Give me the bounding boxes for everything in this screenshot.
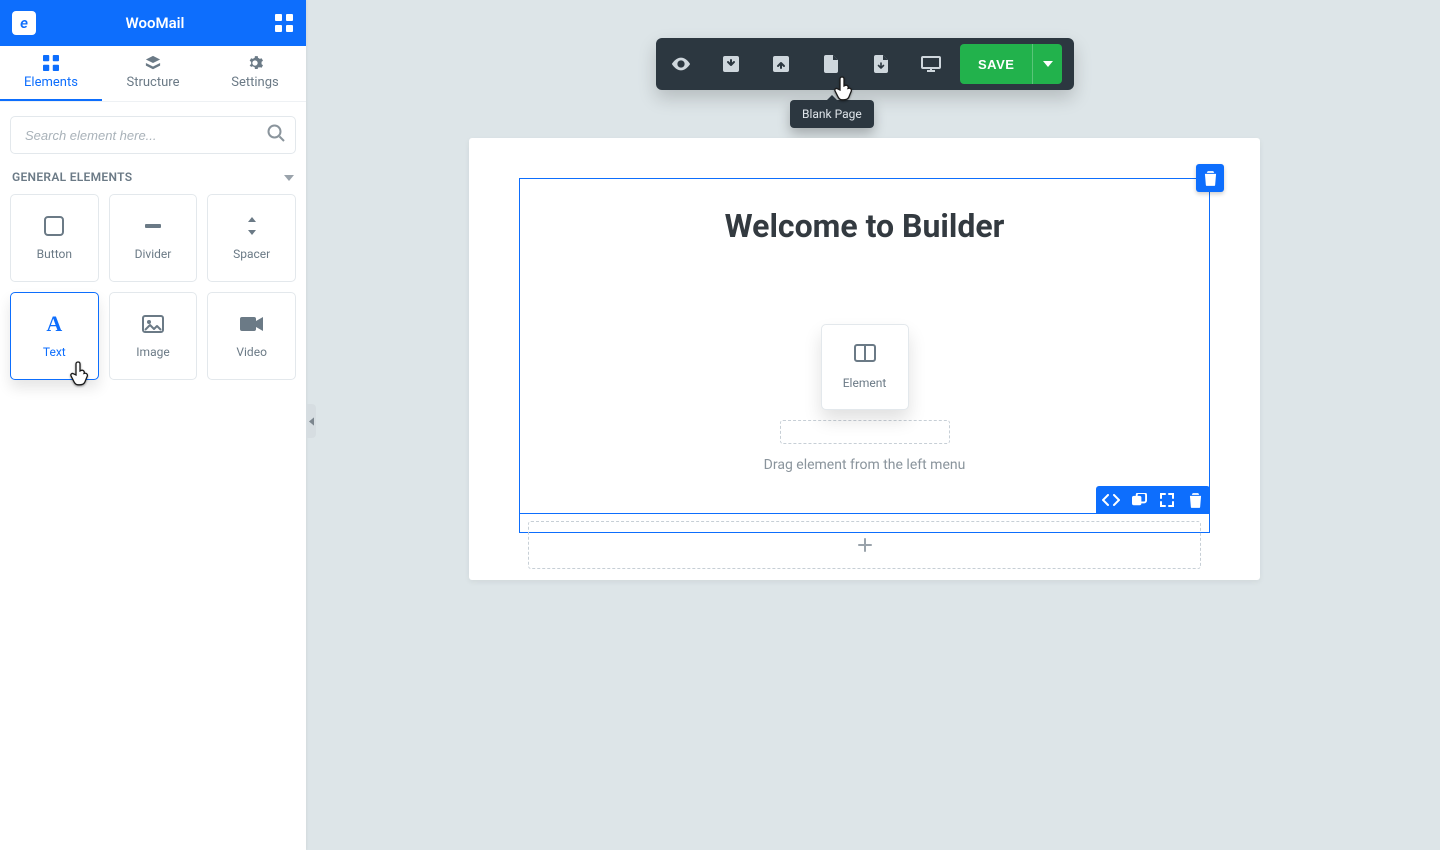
main-area: SAVE Blank Page Welcome to Builder Eleme… bbox=[306, 0, 1440, 850]
page-container[interactable]: Welcome to Builder Element Drag element … bbox=[519, 178, 1210, 533]
tab-label: Structure bbox=[127, 75, 180, 90]
page-heading[interactable]: Welcome to Builder bbox=[520, 207, 1209, 245]
columns-icon bbox=[854, 344, 876, 366]
drop-placeholder bbox=[780, 420, 950, 444]
dragging-element-label: Element bbox=[843, 376, 887, 390]
group-header[interactable]: GENERAL ELEMENTS bbox=[10, 170, 296, 194]
dragging-element-card[interactable]: Element bbox=[821, 324, 909, 410]
toolbar-template[interactable] bbox=[856, 38, 906, 90]
search-icon[interactable] bbox=[266, 123, 286, 147]
builder-toolbar: SAVE bbox=[656, 38, 1074, 90]
group-title: GENERAL ELEMENTS bbox=[12, 170, 132, 184]
row-expand-button[interactable] bbox=[1158, 491, 1176, 509]
element-text[interactable]: A Text bbox=[10, 292, 99, 380]
tab-label: Elements bbox=[24, 75, 78, 90]
group-general-elements: GENERAL ELEMENTS Button Divider Spacer A… bbox=[0, 154, 306, 380]
header-grid-icon[interactable] bbox=[274, 13, 294, 33]
save-button[interactable]: SAVE bbox=[960, 44, 1032, 84]
tab-structure[interactable]: Structure bbox=[102, 46, 204, 101]
elements-icon bbox=[42, 55, 60, 71]
toolbar-export[interactable] bbox=[756, 38, 806, 90]
sidebar-tabs: Elements Structure Settings bbox=[0, 46, 306, 102]
element-label: Button bbox=[37, 247, 72, 261]
tooltip-blank-page: Blank Page bbox=[790, 100, 874, 128]
row-duplicate-button[interactable] bbox=[1130, 491, 1148, 509]
element-label: Spacer bbox=[233, 247, 270, 261]
search-input[interactable] bbox=[10, 116, 296, 154]
add-row-button[interactable] bbox=[528, 521, 1201, 569]
minus-icon bbox=[141, 215, 165, 237]
delete-page-button[interactable] bbox=[1196, 164, 1224, 192]
image-icon bbox=[141, 313, 165, 335]
row-outline bbox=[519, 513, 1210, 514]
canvas-paper: Welcome to Builder Element Drag element … bbox=[469, 138, 1260, 580]
app-logo[interactable]: e bbox=[12, 11, 36, 35]
element-label: Text bbox=[43, 345, 66, 359]
toolbar-preview[interactable] bbox=[656, 38, 706, 90]
element-label: Image bbox=[136, 345, 169, 359]
element-video[interactable]: Video bbox=[207, 292, 296, 380]
tab-elements[interactable]: Elements bbox=[0, 46, 102, 101]
element-spacer[interactable]: Spacer bbox=[207, 194, 296, 282]
spacer-icon bbox=[240, 215, 264, 237]
layers-icon bbox=[144, 55, 162, 71]
video-icon bbox=[240, 313, 264, 335]
save-button-group: SAVE bbox=[960, 44, 1062, 84]
drag-hint-text: Drag element from the left menu bbox=[520, 457, 1209, 473]
row-toolbar bbox=[1096, 486, 1210, 514]
sidebar: e WooMail Elements Structure Settings bbox=[0, 0, 306, 850]
search-field bbox=[10, 116, 296, 154]
square-icon bbox=[42, 215, 66, 237]
drop-area[interactable]: Element bbox=[780, 324, 950, 444]
text-icon: A bbox=[42, 313, 66, 335]
element-image[interactable]: Image bbox=[109, 292, 198, 380]
element-label: Video bbox=[236, 345, 267, 359]
row-delete-button[interactable] bbox=[1186, 491, 1204, 509]
toolbar-desktop[interactable] bbox=[906, 38, 956, 90]
app-title: WooMail bbox=[36, 14, 274, 32]
chevron-down-icon bbox=[284, 170, 294, 184]
element-divider[interactable]: Divider bbox=[109, 194, 198, 282]
element-button[interactable]: Button bbox=[10, 194, 99, 282]
toolbar-import[interactable] bbox=[706, 38, 756, 90]
save-dropdown[interactable] bbox=[1032, 44, 1062, 84]
element-label: Divider bbox=[135, 247, 172, 261]
app-header: e WooMail bbox=[0, 0, 306, 46]
row-code-button[interactable] bbox=[1102, 491, 1120, 509]
gear-icon bbox=[246, 55, 264, 71]
toolbar-blank-page[interactable] bbox=[806, 38, 856, 90]
tab-label: Settings bbox=[231, 75, 278, 90]
tab-settings[interactable]: Settings bbox=[204, 46, 306, 101]
